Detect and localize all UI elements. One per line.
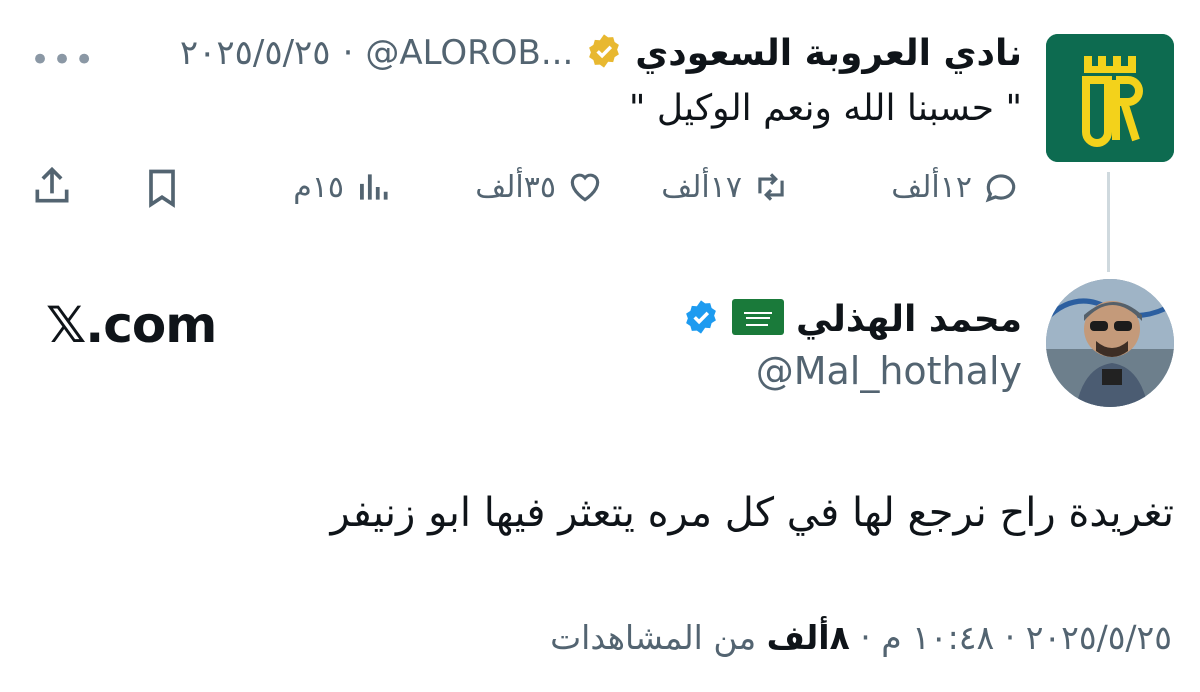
- club-avatar[interactable]: [1046, 34, 1174, 162]
- club-logo-icon: [1046, 34, 1174, 162]
- saudi-flag-icon: [731, 299, 784, 339]
- quoted-tweet-header: ٢٠٢٥/٥/٢٥ · @ALOROB... نادي العروبة السع…: [180, 28, 1022, 78]
- tweet-text: تغريدة راح نرجع لها في كل مره يتعثر فيها…: [330, 490, 1174, 536]
- quoted-tweet-text: " حسبنا الله ونعم الوكيل ": [628, 88, 1022, 129]
- views-count: ١٥م: [293, 169, 344, 205]
- verified-badge-icon: [682, 298, 720, 340]
- thread-connector-line: [1107, 172, 1110, 272]
- quoted-date[interactable]: ٢٠٢٥/٥/٢٥: [180, 33, 331, 73]
- share-button[interactable]: [30, 164, 74, 212]
- xcom-watermark: 𝕏.com: [46, 296, 217, 354]
- retweet-button[interactable]: ١٧ألف: [661, 162, 790, 212]
- like-icon: [570, 173, 600, 202]
- reply-icon: [985, 174, 1016, 203]
- views-label: من المشاهدات: [550, 618, 767, 657]
- share-icon: [35, 166, 69, 203]
- separator-dot: ·: [342, 33, 354, 73]
- like-count: ٣٥ألف: [475, 169, 556, 205]
- verified-badge-icon: [585, 32, 623, 74]
- tweet-display-name[interactable]: محمد الهذلي: [796, 299, 1022, 340]
- quoted-display-name[interactable]: نادي العروبة السعودي: [635, 33, 1022, 74]
- views-icon: [360, 174, 388, 200]
- retweet-count: ١٧ألف: [661, 169, 742, 205]
- reply-button[interactable]: ١٢ألف: [891, 162, 1020, 212]
- tweet-author-row: محمد الهذلي: [682, 293, 1022, 345]
- more-options-icon[interactable]: •••: [30, 40, 96, 80]
- reply-count: ١٢ألف: [891, 169, 972, 205]
- retweet-icon: [758, 173, 784, 201]
- tweet-handle[interactable]: @Mal_hothaly: [756, 349, 1022, 393]
- like-button[interactable]: ٣٥ألف: [475, 162, 604, 212]
- tweet-meta: ٢٠٢٥/٥/٢٥ · ١٠:٤٨ م · ٨ألف من المشاهدات: [550, 618, 1172, 657]
- bookmark-button[interactable]: [140, 166, 184, 214]
- views-button[interactable]: ١٥م: [293, 162, 392, 212]
- tweet-timestamp[interactable]: ٢٠٢٥/٥/٢٥ · ١٠:٤٨ م ·: [850, 618, 1172, 657]
- bookmark-icon: [149, 169, 175, 208]
- quoted-handle[interactable]: @ALOROB...: [365, 33, 573, 73]
- user-photo: [1046, 279, 1174, 407]
- views-count-bold: ٨ألف: [766, 618, 850, 657]
- user-avatar[interactable]: [1046, 279, 1174, 407]
